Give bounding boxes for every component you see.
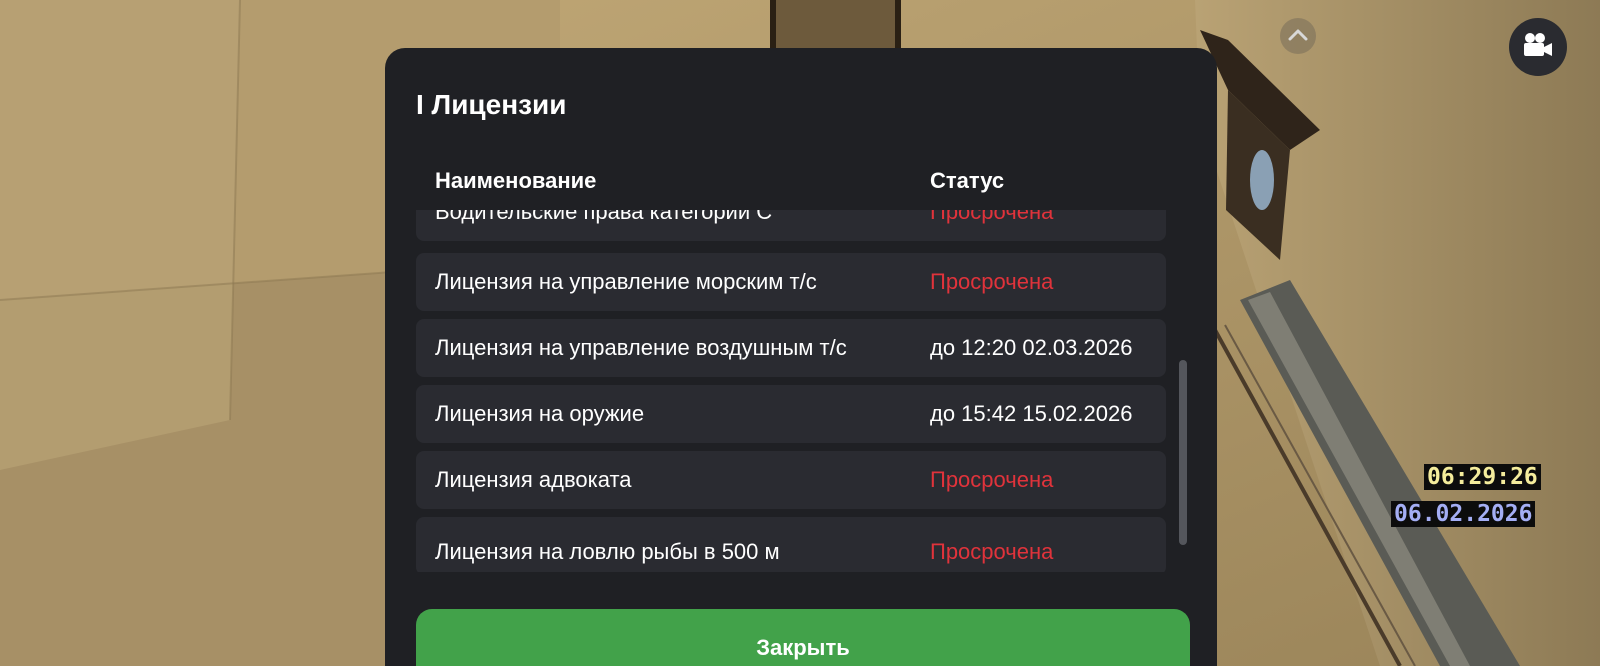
scroll-up-button[interactable] xyxy=(1280,18,1316,54)
license-name: Лицензия адвоката xyxy=(435,467,632,492)
license-name: Лицензия на ловлю рыбы в 500 м xyxy=(435,539,780,564)
license-name: Лицензия на управление морским т/с xyxy=(435,269,817,294)
video-camera-icon xyxy=(1522,32,1554,63)
chevron-up-icon xyxy=(1288,27,1308,46)
list-scrollbar[interactable] xyxy=(1179,213,1187,569)
license-status: Просрочена xyxy=(930,269,1054,294)
panel-title: I Лицензии xyxy=(416,89,567,120)
scrollbar-thumb[interactable] xyxy=(1179,360,1187,545)
license-name: Лицензия на оружие xyxy=(435,401,645,426)
hud-date: 06.02.2026 xyxy=(1391,501,1536,527)
list-item: Лицензия на ловлю рыбы в 500 м Просрочен… xyxy=(416,517,1166,572)
list-item: Водительские права категории C Просрочен… xyxy=(416,210,1166,241)
license-status: Просрочена xyxy=(930,467,1054,492)
license-status: до 12:20 02.03.2026 xyxy=(930,335,1133,360)
list-item: Лицензия на управление воздушным т/с до … xyxy=(416,319,1166,377)
list-item: Лицензия на управление морским т/с Проср… xyxy=(416,253,1166,311)
column-header-status: Статус xyxy=(930,168,1005,193)
license-name: Лицензия на управление воздушным т/с xyxy=(435,335,847,360)
license-status: Просрочена xyxy=(930,210,1054,224)
list-item: Лицензия адвоката Просрочена xyxy=(416,451,1166,509)
license-status: Просрочена xyxy=(930,539,1054,564)
list-item: Лицензия на оружие до 15:42 15.02.2026 xyxy=(416,385,1166,443)
camera-button[interactable] xyxy=(1509,18,1567,76)
license-status: до 15:42 15.02.2026 xyxy=(930,401,1133,426)
close-button[interactable]: Закрыть xyxy=(416,609,1190,666)
game-scene: 06:29:26 06.02.2026 I Лицензии Наименова… xyxy=(0,0,1600,666)
hud-time: 06:29:26 xyxy=(1424,464,1541,490)
column-header-name: Наименование xyxy=(435,168,597,193)
license-name: Водительские права категории C xyxy=(435,210,773,224)
licenses-panel: I Лицензии Наименование Статус Водительс… xyxy=(385,48,1217,666)
licenses-list[interactable]: Водительские права категории C Просрочен… xyxy=(416,210,1166,572)
